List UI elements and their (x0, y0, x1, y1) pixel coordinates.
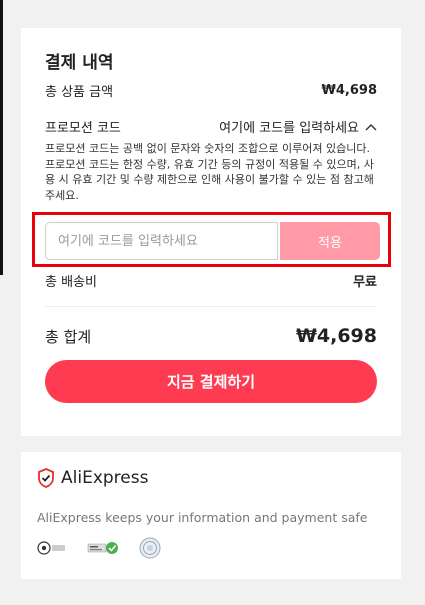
total-row: 총 합계 ₩4,698 (45, 325, 377, 347)
divider (45, 306, 377, 307)
shipping-label: 총 배송비 (45, 275, 97, 290)
shield-check-icon (38, 468, 54, 488)
total-label: 총 합계 (45, 327, 92, 346)
summary-title: 결제 내역 (45, 53, 114, 73)
pci-dss-badge-icon (37, 541, 65, 555)
brand: AliExpress (37, 468, 148, 488)
brand-name: AliExpress (61, 468, 149, 488)
promo-toggle[interactable]: 여기에 코드를 입력하세요 (219, 117, 377, 136)
secure-payment-badge-icon (87, 542, 118, 554)
security-message: AliExpress keeps your information and pa… (37, 510, 368, 525)
certification-seal-icon (139, 537, 161, 559)
pay-now-button[interactable]: 지금 결제하기 (45, 360, 377, 403)
promo-code-highlight: 적용 (32, 212, 391, 267)
total-value: ₩4,698 (295, 325, 377, 347)
order-summary-card: 결제 내역 총 상품 금액 ₩4,698 프로모션 코드 여기에 코드를 입력하… (21, 28, 401, 436)
security-card: AliExpress AliExpress keeps your informa… (21, 452, 401, 579)
subtotal-value: ₩4,698 (321, 83, 377, 98)
apply-button[interactable]: 적용 (280, 222, 380, 260)
promo-toggle-label: 여기에 코드를 입력하세요 (219, 121, 359, 136)
promo-code-input[interactable] (45, 222, 278, 260)
shipping-value: 무료 (353, 275, 377, 290)
promo-row: 프로모션 코드 여기에 코드를 입력하세요 (45, 117, 377, 136)
promo-description: 프로모션 코드는 공백 없이 문자와 숫자의 조합으로 이루어져 있습니다. 프… (45, 142, 374, 202)
promo-label: 프로모션 코드 (45, 121, 121, 136)
security-badges (37, 537, 161, 559)
left-edge-bar (0, 0, 3, 275)
shipping-row: 총 배송비 무료 (45, 271, 377, 290)
chevron-up-icon (365, 120, 377, 134)
subtotal-row: 총 상품 금액 ₩4,698 (45, 81, 377, 100)
subtotal-label: 총 상품 금액 (45, 85, 114, 100)
